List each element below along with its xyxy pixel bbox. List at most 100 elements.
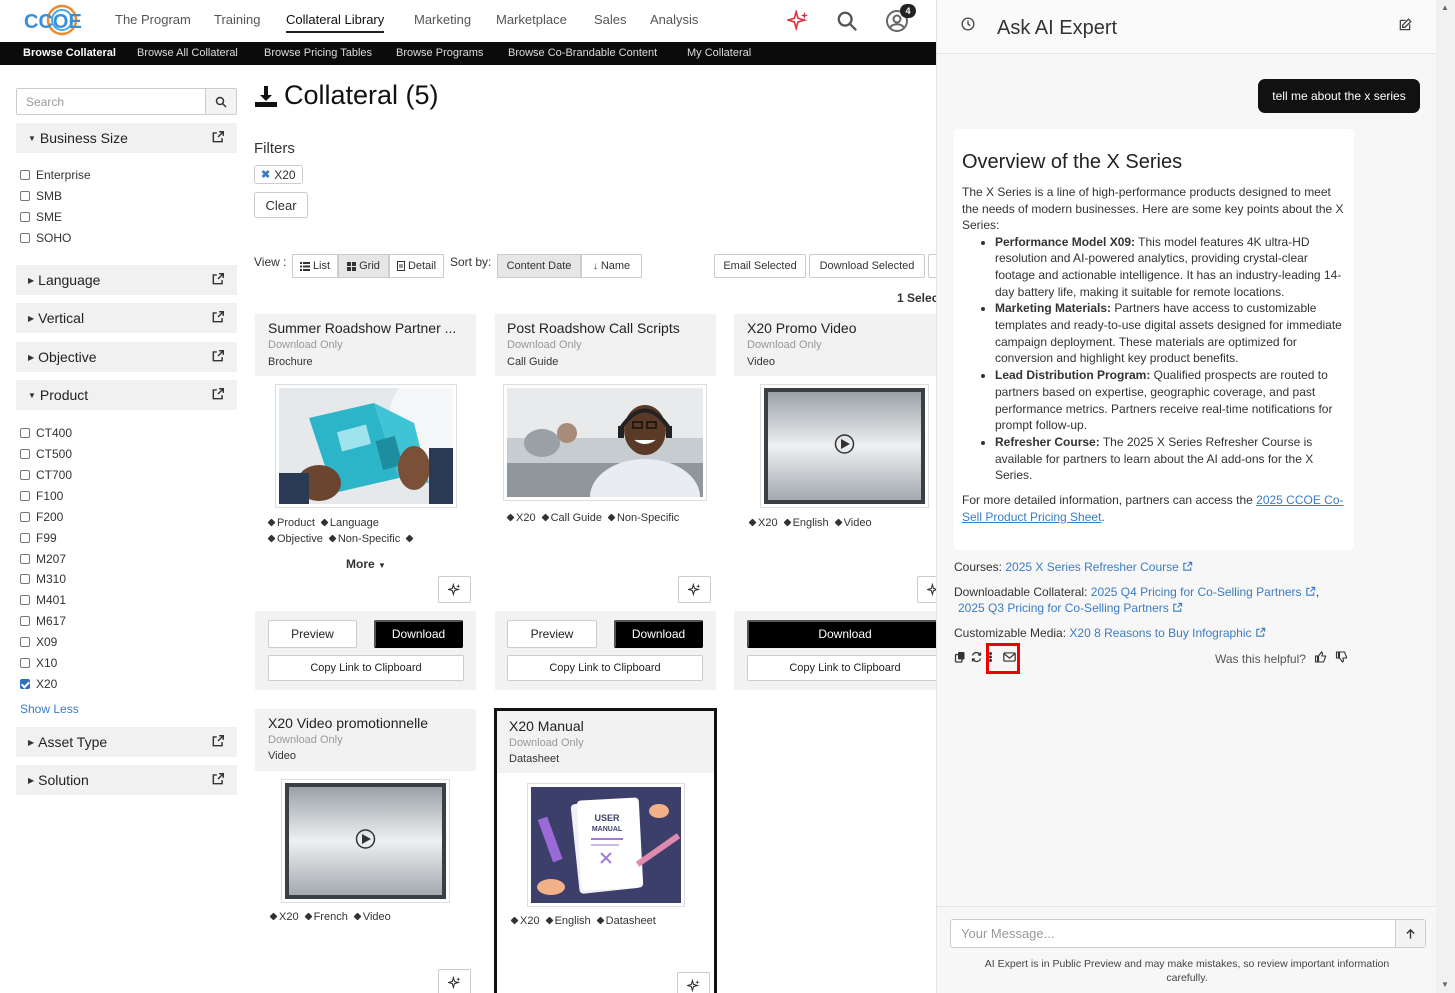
checkbox[interactable] bbox=[20, 191, 30, 201]
nav-marketing[interactable]: Marketing bbox=[414, 12, 471, 27]
external-link-icon[interactable] bbox=[211, 130, 225, 147]
download-button[interactable]: Download bbox=[747, 620, 936, 648]
nav-collateral-library[interactable]: Collateral Library bbox=[286, 12, 385, 33]
checkbox[interactable] bbox=[20, 449, 30, 459]
checkbox[interactable] bbox=[20, 637, 30, 647]
copy-link-button[interactable]: Copy Link to Clipboard bbox=[507, 655, 703, 681]
facet-option-ct700[interactable]: CT700 bbox=[20, 468, 72, 482]
ccoe-logo[interactable]: CCOE bbox=[22, 4, 88, 36]
card-title[interactable]: X20 Video promotionnelle bbox=[268, 715, 468, 731]
external-link-icon[interactable] bbox=[211, 387, 225, 404]
facet-option-m401[interactable]: M401 bbox=[20, 593, 66, 607]
tag[interactable]: Video bbox=[835, 515, 872, 531]
copy-link-button[interactable]: Copy Link to Clipboard bbox=[268, 655, 464, 681]
sort-name-button[interactable]: ↓ Name bbox=[581, 254, 642, 278]
tag[interactable]: X20 bbox=[511, 913, 540, 929]
preview-button[interactable]: Preview bbox=[507, 620, 597, 648]
sidebar-search-input[interactable] bbox=[17, 89, 207, 114]
facet-business-size[interactable]: ▼ Business Size bbox=[16, 123, 237, 153]
clear-filters-button[interactable]: Clear bbox=[254, 192, 308, 218]
checkbox[interactable] bbox=[20, 574, 30, 584]
ai-summary-button[interactable] bbox=[438, 576, 471, 603]
facet-product[interactable]: ▼ Product bbox=[16, 380, 237, 410]
card-thumbnail[interactable]: USER MANUAL bbox=[527, 783, 685, 907]
facet-option-m207[interactable]: M207 bbox=[20, 552, 66, 566]
tag[interactable]: Objective bbox=[268, 531, 323, 547]
checkbox[interactable] bbox=[20, 658, 30, 668]
facet-vertical[interactable]: ▶ Vertical bbox=[16, 303, 237, 333]
subnav-browse-pricing-tables[interactable]: Browse Pricing Tables bbox=[264, 47, 372, 59]
show-less-link[interactable]: Show Less bbox=[20, 702, 79, 716]
card-title[interactable]: Post Roadshow Call Scripts bbox=[507, 320, 707, 336]
tag[interactable]: Datasheet bbox=[597, 913, 656, 929]
tag[interactable]: Non-Specific bbox=[608, 510, 679, 526]
tag[interactable] bbox=[406, 531, 415, 547]
sidebar-search-button[interactable] bbox=[205, 89, 236, 114]
active-filter-chip[interactable]: ✖ X20 bbox=[254, 165, 303, 184]
tag[interactable]: English bbox=[784, 515, 829, 531]
collateral-card[interactable]: X20 Promo Video Download Only Video X20 E… bbox=[734, 314, 936, 690]
external-link-icon[interactable] bbox=[211, 349, 225, 366]
thumbs-down-icon[interactable] bbox=[1335, 651, 1348, 666]
message-input[interactable] bbox=[951, 920, 1391, 947]
card-thumbnail[interactable] bbox=[281, 779, 450, 903]
checkbox[interactable] bbox=[20, 512, 30, 522]
scroll-up-icon[interactable]: ▲ bbox=[1441, 3, 1449, 12]
collateral-card[interactable]: X20 Video promotionnelle Download Only V… bbox=[255, 709, 476, 993]
checkbox[interactable] bbox=[20, 470, 30, 480]
facet-option-ct500[interactable]: CT500 bbox=[20, 447, 72, 461]
regenerate-icon[interactable] bbox=[970, 651, 983, 666]
thumbs-up-icon[interactable] bbox=[1314, 651, 1327, 666]
subnav-browse-programs[interactable]: Browse Programs bbox=[396, 47, 483, 59]
view-detail-button[interactable]: Detail bbox=[389, 254, 444, 278]
facet-option-enterprise[interactable]: Enterprise bbox=[20, 168, 91, 182]
pricing-q4-link[interactable]: 2025 Q4 Pricing for Co-Selling Partners bbox=[1091, 585, 1316, 599]
view-grid-button[interactable]: Grid bbox=[338, 254, 389, 278]
preview-button[interactable]: Preview bbox=[268, 620, 357, 648]
external-link-icon[interactable] bbox=[211, 272, 225, 289]
checkbox[interactable] bbox=[20, 491, 30, 501]
user-account-icon[interactable]: 4 bbox=[884, 4, 916, 34]
facet-option-x20[interactable]: X20 bbox=[20, 677, 57, 691]
view-list-button[interactable]: List bbox=[292, 254, 338, 278]
checkbox[interactable] bbox=[20, 533, 30, 543]
checkbox[interactable] bbox=[20, 428, 30, 438]
facet-option-f100[interactable]: F100 bbox=[20, 489, 63, 503]
external-link-icon[interactable] bbox=[211, 310, 225, 327]
nav-marketplace[interactable]: Marketplace bbox=[496, 12, 567, 27]
download-button[interactable]: Download bbox=[374, 620, 463, 648]
ai-summary-button[interactable] bbox=[678, 576, 711, 603]
card-thumbnail[interactable] bbox=[503, 384, 707, 501]
course-link[interactable]: 2025 X Series Refresher Course bbox=[1005, 560, 1193, 574]
facet-option-x09[interactable]: X09 bbox=[20, 635, 57, 649]
subnav-browse-all-collateral[interactable]: Browse All Collateral bbox=[137, 47, 238, 59]
infographic-link[interactable]: X20 8 Reasons to Buy Infographic bbox=[1069, 626, 1266, 640]
external-link-icon[interactable] bbox=[211, 772, 225, 789]
checkbox[interactable] bbox=[20, 616, 30, 626]
facet-solution[interactable]: ▶ Solution bbox=[16, 765, 237, 795]
card-title[interactable]: X20 Promo Video bbox=[747, 320, 932, 336]
ai-summary-button[interactable] bbox=[917, 576, 936, 603]
facet-asset-type[interactable]: ▶ Asset Type bbox=[16, 727, 237, 757]
card-title[interactable]: Summer Roadshow Partner ... bbox=[268, 320, 468, 336]
tag[interactable]: X20 bbox=[749, 515, 778, 531]
facet-option-m617[interactable]: M617 bbox=[20, 614, 66, 628]
tag[interactable]: Language bbox=[321, 515, 379, 531]
facet-option-soho[interactable]: SOHO bbox=[20, 231, 71, 245]
remove-icon[interactable]: ✖ bbox=[261, 168, 270, 181]
nav-training[interactable]: Training bbox=[214, 12, 260, 27]
checkbox[interactable] bbox=[20, 233, 30, 243]
tag[interactable]: English bbox=[546, 913, 591, 929]
tag[interactable]: French bbox=[305, 909, 348, 925]
card-title[interactable]: X20 Manual bbox=[509, 718, 704, 734]
checkbox[interactable] bbox=[20, 554, 30, 564]
external-link-icon[interactable] bbox=[211, 734, 225, 751]
collateral-card[interactable]: Post Roadshow Call Scripts Download Only… bbox=[495, 314, 716, 690]
tag[interactable]: X20 bbox=[270, 909, 299, 925]
send-button[interactable] bbox=[1395, 920, 1425, 947]
copy-link-button[interactable]: Copy Link to Clipboard bbox=[747, 655, 936, 681]
search-icon[interactable] bbox=[834, 8, 860, 34]
checkbox[interactable] bbox=[20, 595, 30, 605]
subnav-browse-collateral[interactable]: Browse Collateral bbox=[23, 47, 116, 59]
facet-option-smb[interactable]: SMB bbox=[20, 189, 62, 203]
